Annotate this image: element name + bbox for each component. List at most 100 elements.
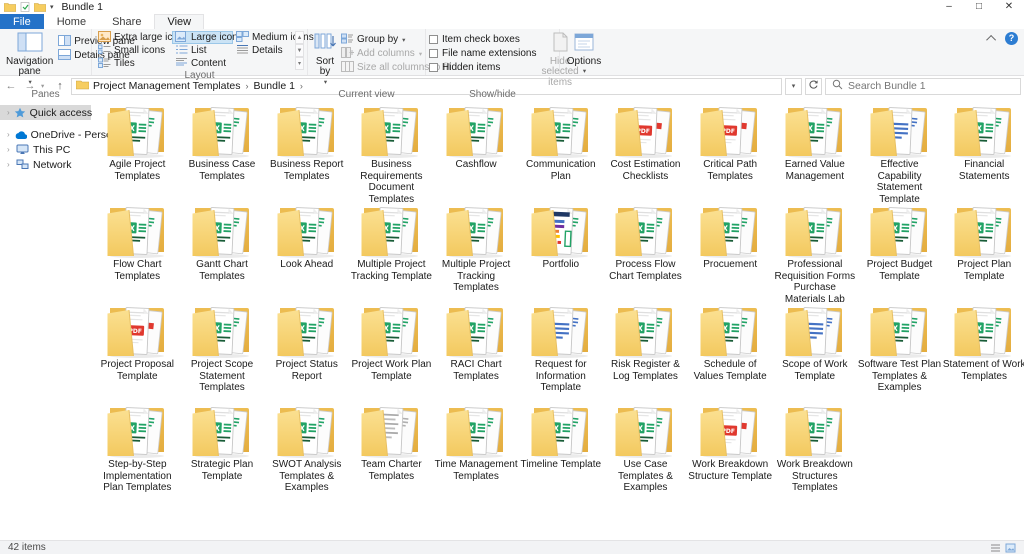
checkbox-hidden-items[interactable]: Hidden items <box>429 61 537 74</box>
sidebar-item-this-pc[interactable]: ›This PC <box>0 142 91 157</box>
gallery-up-icon[interactable]: ▲ <box>295 31 304 44</box>
folder-item-look-ahead[interactable]: Look Ahead <box>265 200 349 300</box>
folder-item-cashflow[interactable]: Cashflow <box>434 100 518 200</box>
layout-option-content[interactable]: Content <box>172 57 233 70</box>
checkbox-file-name-extensions[interactable]: File name extensions <box>429 47 537 60</box>
properties-icon[interactable] <box>20 2 30 12</box>
folder-item-procuement[interactable]: Procuement <box>688 200 772 300</box>
search-input[interactable]: Search Bundle 1 <box>825 78 1021 95</box>
folder-item-financial-statements[interactable]: Financial Statements <box>942 100 1024 200</box>
folder-item-business-requirements-document-templates[interactable]: Business Requirements Document Templates <box>349 100 433 200</box>
layout-option-list[interactable]: List <box>172 44 233 57</box>
folder-item-time-management-templates[interactable]: Time Management Templates <box>434 400 518 500</box>
folder-item-flow-chart-templates[interactable]: Flow Chart Templates <box>95 200 179 300</box>
folder-item-label: Cost Estimation Checklists <box>603 159 687 182</box>
sort-by-button[interactable]: Sort by▾ <box>311 31 339 89</box>
collapse-ribbon-icon[interactable] <box>986 35 996 45</box>
folder-icon <box>443 200 509 258</box>
folder-item-strategic-plan-template[interactable]: Strategic Plan Template <box>180 400 264 500</box>
layout-option-medium-icons[interactable]: Medium icons <box>233 31 292 44</box>
folder-item-step-by-step-implementation-plan-templates[interactable]: Step-by-Step Implementation Plan Templat… <box>95 400 179 500</box>
sidebar-item-quick-access[interactable]: ›Quick access <box>0 105 91 120</box>
item-count: 42 items <box>8 542 46 553</box>
folder-item-request-for-information-template[interactable]: Request for Information Template <box>519 300 603 400</box>
tab-home[interactable]: Home <box>44 14 99 29</box>
folder-item-project-work-plan-template[interactable]: Project Work Plan Template <box>349 300 433 400</box>
folder-item-project-budget-template[interactable]: Project Budget Template <box>858 200 942 300</box>
qat-dropdown-icon[interactable]: ▾ <box>50 3 54 11</box>
folder-item-team-charter-templates[interactable]: Team Charter Templates <box>349 400 433 500</box>
folder-item-label: Project Plan Template <box>942 259 1024 282</box>
group-by-icon <box>341 33 354 47</box>
options-icon <box>574 32 594 56</box>
expand-chevron-icon[interactable]: › <box>7 160 12 169</box>
folder-item-timeline-template[interactable]: Timeline Template <box>519 400 603 500</box>
folder-item-raci-chart-templates[interactable]: RACI Chart Templates <box>434 300 518 400</box>
gallery-down-icon[interactable]: ▼ <box>295 44 304 57</box>
folder-item-project-proposal-template[interactable]: PDF Project Proposal Template <box>95 300 179 400</box>
tab-view[interactable]: View <box>154 14 204 29</box>
folder-item-agile-project-templates[interactable]: Agile Project Templates <box>95 100 179 200</box>
close-button[interactable]: ✕ <box>994 0 1024 14</box>
folder-item-portfolio[interactable]: Portfolio <box>519 200 603 300</box>
sidebar-item-onedrive-personal[interactable]: ›OneDrive - Personal <box>0 127 91 142</box>
folder-item-scope-of-work-template[interactable]: Scope of Work Template <box>773 300 857 400</box>
folder-item-swot-analysis-templates-examples[interactable]: SWOT Analysis Templates & Examples <box>265 400 349 500</box>
help-icon[interactable]: ? <box>1005 32 1018 45</box>
folder-item-gantt-chart-templates[interactable]: Gantt Chart Templates <box>180 200 264 300</box>
layout-option-extra-large-icons[interactable]: Extra large icons <box>95 31 172 44</box>
checkbox-icon[interactable] <box>429 35 438 44</box>
folder-item-process-flow-chart-templates[interactable]: Process Flow Chart Templates <box>603 200 687 300</box>
layout-group-label: Layout <box>95 70 304 82</box>
folder-item-use-case-templates-examples[interactable]: Use Case Templates & Examples <box>603 400 687 500</box>
folder-item-business-report-templates[interactable]: Business Report Templates <box>265 100 349 200</box>
folder-item-communication-plan[interactable]: Communication Plan <box>519 100 603 200</box>
refresh-icon[interactable] <box>805 78 822 95</box>
expand-chevron-icon[interactable]: › <box>7 145 12 154</box>
folder-item-project-plan-template[interactable]: Project Plan Template <box>942 200 1024 300</box>
expand-chevron-icon[interactable]: › <box>7 130 10 139</box>
breadcrumb-separator[interactable]: › <box>297 81 306 91</box>
maximize-button[interactable]: □ <box>964 0 994 14</box>
tab-share[interactable]: Share <box>99 14 154 29</box>
folder-item-label: Scope of Work Template <box>773 359 857 382</box>
folder-item-critical-path-templates[interactable]: PDF Critical Path Templates <box>688 100 772 200</box>
layout-option-large-icons[interactable]: Large icons <box>172 31 233 44</box>
details-view-toggle-icon[interactable] <box>990 543 1001 553</box>
folder-item-earned-value-management[interactable]: Earned Value Management <box>773 100 857 200</box>
tab-file[interactable]: File <box>0 14 44 29</box>
new-folder-icon[interactable] <box>34 2 46 12</box>
folder-item-software-test-plan-templates-examples[interactable]: Software Test Plan Templates & Examples <box>858 300 942 400</box>
layout-option-tiles[interactable]: Tiles <box>95 57 172 70</box>
folder-item-cost-estimation-checklists[interactable]: PDF Cost Estimation Checklists <box>603 100 687 200</box>
folder-item-professional-requisition-forms-purchase-materials-lab[interactable]: Professional Requisition Forms Purchase … <box>773 200 857 300</box>
folder-item-statement-of-work-templates[interactable]: Statement of Work Templates <box>942 300 1024 400</box>
folder-item-work-breakdown-structure-template[interactable]: PDF Work Breakdown Structure Template <box>688 400 772 500</box>
folder-item-multiple-project-tracking-templates[interactable]: Multiple Project Tracking Templates <box>434 200 518 300</box>
folder-item-multiple-project-tracking-template[interactable]: Multiple Project Tracking Template <box>349 200 433 300</box>
minimize-button[interactable]: – <box>934 0 964 14</box>
folder-item-label: Timeline Template <box>520 459 601 471</box>
options-button[interactable]: Options ▾ <box>564 31 604 79</box>
checkbox-icon[interactable] <box>429 49 438 58</box>
gallery-more-icon[interactable]: ▾ <box>295 57 304 70</box>
folder-item-project-status-report[interactable]: Project Status Report <box>265 300 349 400</box>
checkbox-icon[interactable] <box>429 63 438 72</box>
folder-item-business-case-templates[interactable]: Business Case Templates <box>180 100 264 200</box>
checkbox-item-check-boxes[interactable]: Item check boxes <box>429 33 537 46</box>
folder-icon <box>104 200 170 258</box>
folder-item-project-scope-statement-templates[interactable]: Project Scope Statement Templates <box>180 300 264 400</box>
navigation-pane-button[interactable]: Navigation pane▾ <box>3 31 56 89</box>
folder-item-risk-register-log-templates[interactable]: Risk Register & Log Templates <box>603 300 687 400</box>
layout-option-small-icons[interactable]: Small icons <box>95 44 172 57</box>
folder-item-work-breakdown-structures-templates[interactable]: Work Breakdown Structures Templates <box>773 400 857 500</box>
folder-item-label: Use Case Templates & Examples <box>603 459 687 494</box>
thumbnail-view-toggle-icon[interactable] <box>1005 543 1016 553</box>
folder-item-effective-capability-statement-template[interactable]: Effective Capability Statement Template <box>858 100 942 200</box>
sidebar-item-network[interactable]: ›Network <box>0 157 91 172</box>
folder-item-label: Business Report Templates <box>265 159 349 182</box>
address-dropdown-icon[interactable]: ▾ <box>785 78 802 95</box>
folder-item-schedule-of-values-template[interactable]: Schedule of Values Template <box>688 300 772 400</box>
layout-option-details[interactable]: Details <box>233 44 292 57</box>
expand-chevron-icon[interactable]: › <box>7 108 10 117</box>
